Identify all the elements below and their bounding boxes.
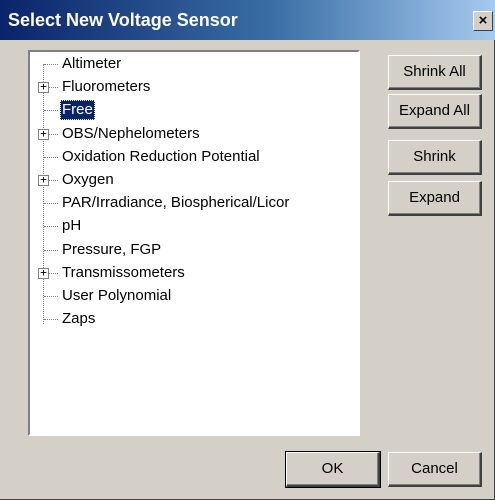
tree-item-label: Pressure, FGP — [62, 240, 162, 258]
tree-branch-line — [44, 296, 58, 297]
tree-branch-line — [44, 64, 58, 65]
tree-item[interactable]: Oxidation Reduction Potential — [30, 147, 350, 167]
tree-item-label: Altimeter — [62, 55, 122, 72]
tree-item[interactable]: Altimeter — [30, 54, 350, 74]
expand-node-icon[interactable]: + — [38, 81, 49, 94]
tree-item-label: Transmissometers — [62, 263, 185, 281]
tree-item-label: Oxygen — [62, 171, 114, 188]
expand-all-button[interactable]: Expand All — [388, 94, 482, 129]
tree-branch-line — [44, 226, 58, 228]
expand-button[interactable]: Expand — [388, 181, 482, 216]
tree-item-label: pH — [62, 217, 82, 235]
title-bar[interactable]: Select New Voltage Sensor × — [0, 0, 495, 40]
dialog-window: Select New Voltage Sensor × Altimeter + Fl… — [0, 0, 495, 500]
tree-item[interactable]: PAR/Irradiance, Biospherical/Licor — [30, 193, 350, 213]
close-icon: × — [478, 12, 488, 29]
expand-node-icon[interactable]: + — [38, 267, 49, 279]
tree-item-label: PAR/Irradiance, Biospherical/Licor — [62, 194, 290, 212]
tree-item-label: OBS/Nephelometers — [62, 124, 200, 142]
shrink-button[interactable]: Shrink — [388, 140, 482, 175]
tree-branch-line — [44, 319, 58, 321]
tree-item[interactable]: Zaps — [30, 309, 350, 329]
tree-item[interactable]: User Polynomial — [30, 286, 350, 306]
tree-item[interactable]: pH — [30, 216, 350, 236]
ok-button[interactable]: OK — [285, 451, 381, 488]
tree-item[interactable]: + Fluorometers — [30, 77, 350, 97]
window-title: Select New Voltage Sensor — [8, 10, 238, 30]
tree-item-label: Fluorometers — [62, 78, 151, 96]
tree-item-label: Oxidation Reduction Potential — [62, 147, 260, 165]
tree-item[interactable]: Pressure, FGP — [30, 240, 350, 260]
expand-node-icon[interactable]: + — [38, 174, 49, 186]
tree-branch-line — [44, 249, 58, 251]
close-button[interactable]: × — [473, 11, 493, 31]
tree-branch-line — [44, 203, 58, 205]
tree-branch-line — [44, 156, 58, 158]
sensor-tree-view[interactable]: Altimeter + Fluorometers Free + OBS/Nephelome… — [28, 50, 360, 436]
shrink-all-button[interactable]: Shrink All — [388, 55, 482, 90]
tree-branch-line — [44, 110, 58, 112]
tree-item[interactable]: + Transmissometers — [30, 263, 350, 283]
tree-item[interactable]: Free — [30, 100, 350, 121]
tree-item-label: Zaps — [62, 310, 96, 328]
expand-node-icon[interactable]: + — [38, 128, 49, 140]
tree-item-label: User Polynomial — [62, 287, 172, 304]
tree-item[interactable]: + OBS/Nephelometers — [30, 124, 350, 144]
tree-item[interactable]: + Oxygen — [30, 170, 350, 190]
tree-item-label: Free — [60, 100, 95, 121]
cancel-button[interactable]: Cancel — [388, 452, 482, 487]
